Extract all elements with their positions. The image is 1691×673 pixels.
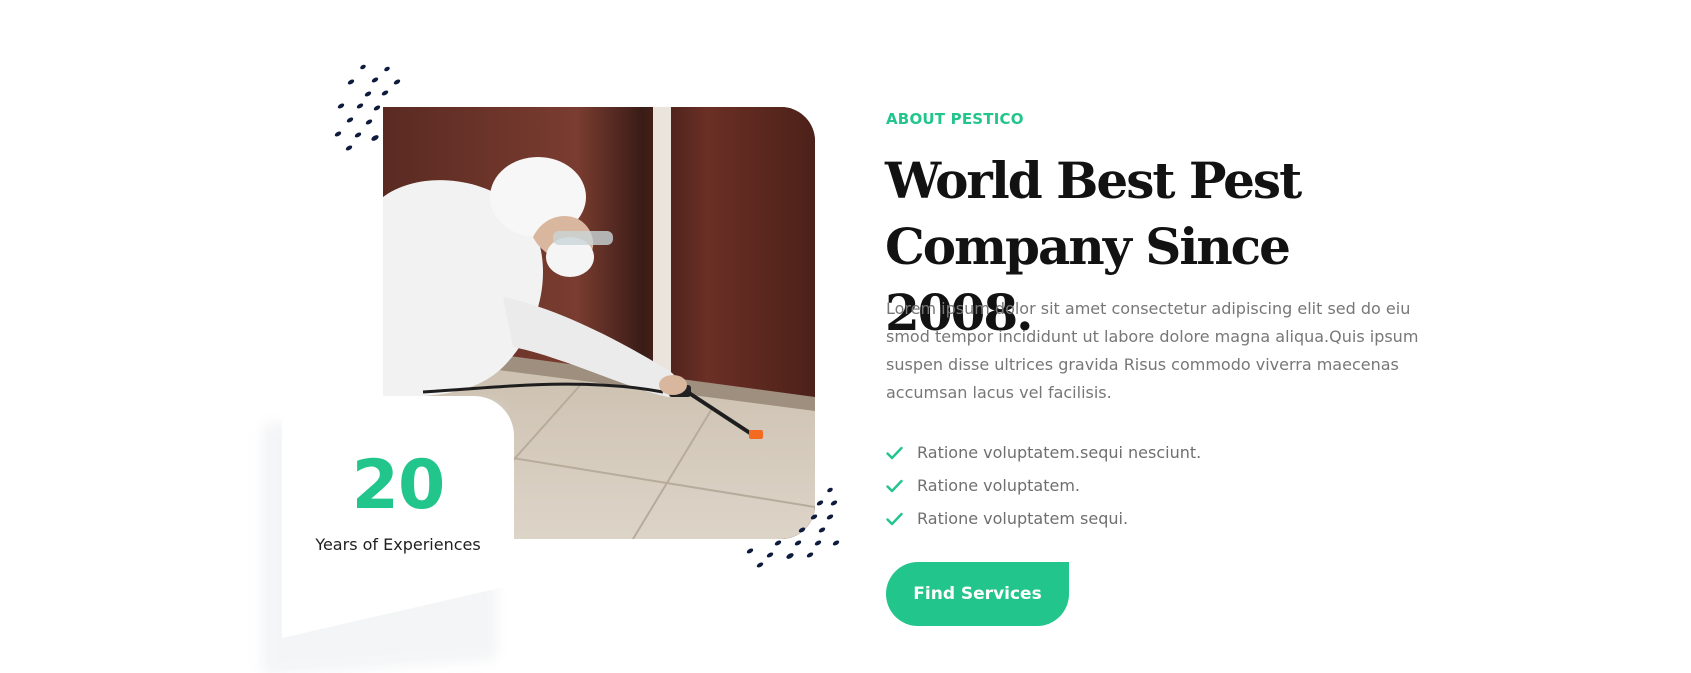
section-description: Lorem ipsum dolor sit amet consectetur a… [886,299,1419,402]
experience-years-number: 20 [351,446,446,525]
find-services-button[interactable]: Find Services [886,562,1069,626]
feature-item-label: Ratione voluptatem sequi. [917,509,1129,528]
feature-item-label: Ratione voluptatem. [917,476,1081,495]
check-icon [886,446,903,459]
feature-item: Ratione voluptatem. [886,469,1201,502]
heading-line-1: World Best Pest [885,151,1302,210]
dot-pattern-icon [742,485,852,585]
check-icon [886,512,903,525]
feature-item: Ratione voluptatem sequi. [886,502,1201,535]
experience-label: Years of Experiences [315,535,481,554]
check-icon [886,479,903,492]
feature-item: Ratione voluptatem.sequi nesciunt. [886,436,1201,469]
feature-list: Ratione voluptatem.sequi nesciunt. Ratio… [886,436,1201,535]
section-eyebrow: ABOUT PESTICO [886,110,1024,128]
about-section: 20 Years of Experiences ABOUT PESTICO Wo… [0,0,1691,673]
feature-item-label: Ratione voluptatem.sequi nesciunt. [917,443,1202,462]
